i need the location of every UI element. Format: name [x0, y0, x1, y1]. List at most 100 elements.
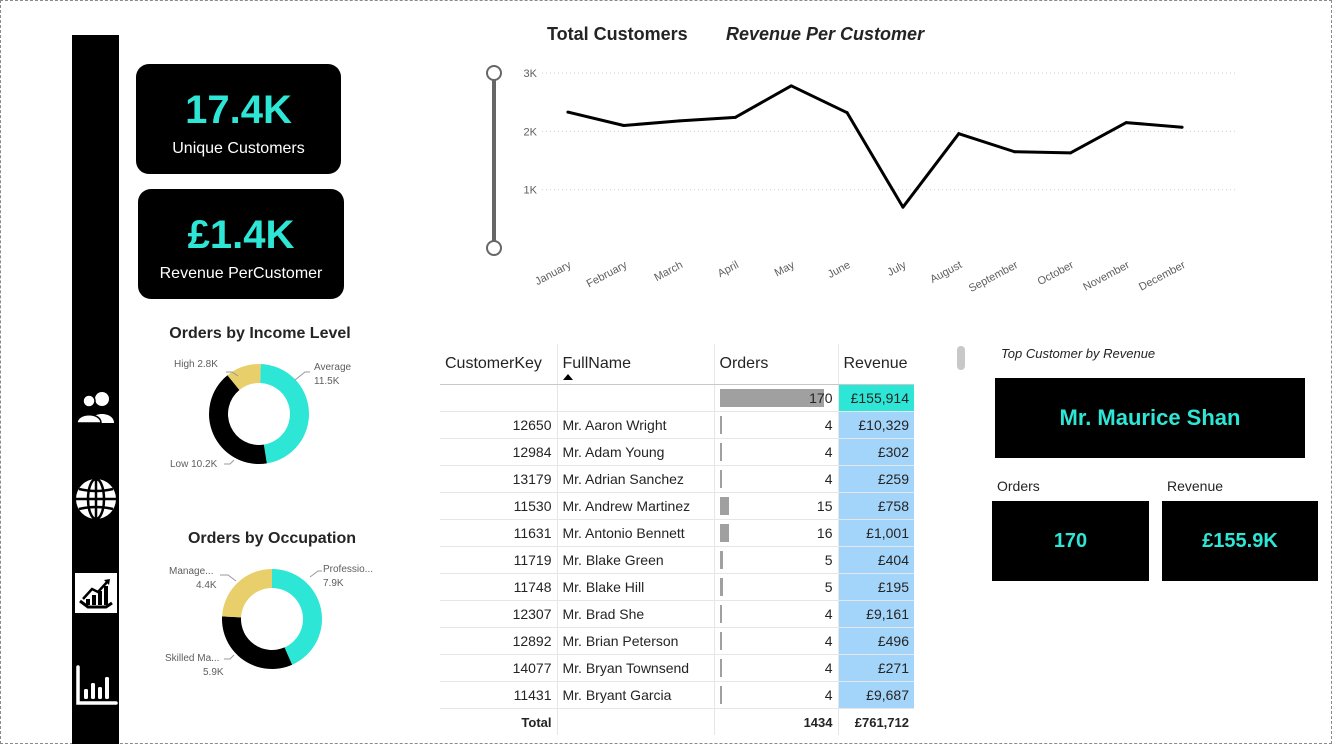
x-tick-label: March — [652, 259, 685, 284]
fullname-cell: Mr. Adam Young — [557, 438, 715, 466]
summary-revenue-value: £155,914 — [838, 384, 914, 412]
table-row[interactable]: 14077 Mr. Bryan Townsend 4 £271 — [440, 654, 914, 682]
fullname-cell: Mr. Bryan Townsend — [557, 654, 715, 682]
col-customerkey-header[interactable]: CustomerKey — [440, 344, 558, 385]
col-revenue-header[interactable]: Revenue — [838, 344, 914, 385]
customerkey-cell: 11719 — [440, 546, 558, 574]
customerkey-cell: 14077 — [440, 654, 558, 682]
customerkey-cell: 11431 — [440, 681, 558, 709]
revenue-cell: £271 — [838, 654, 914, 682]
y-tick-label: 1K — [524, 185, 538, 197]
customerkey-cell: 12650 — [440, 411, 558, 439]
orders-value: 4 — [824, 606, 833, 622]
unique-customers-label: Unique Customers — [172, 140, 305, 157]
table-row[interactable]: 11748 Mr. Blake Hill 5 £195 — [440, 573, 914, 601]
total-label: Total — [440, 708, 558, 735]
revenue-per-customer-button[interactable]: Revenue Per Customer — [726, 24, 924, 45]
orders-cell: 16 — [714, 519, 839, 547]
customer-table: CustomerKey FullName Orders Revenue 170 … — [440, 344, 914, 735]
top-customer-orders-value: 170 — [992, 501, 1149, 581]
col-fullname-header[interactable]: FullName — [557, 344, 715, 385]
fullname-cell: Mr. Blake Hill — [557, 573, 715, 601]
zoom-slider[interactable] — [486, 65, 502, 256]
orders-bar — [719, 524, 730, 542]
revenue-cell: £9,687 — [838, 681, 914, 709]
fullname-cell: Mr. Brian Peterson — [557, 627, 715, 655]
total-orders: 1434 — [714, 708, 839, 735]
donut-slice-low[interactable] — [209, 375, 267, 464]
data-point[interactable] — [845, 111, 849, 115]
x-tick-label: May — [773, 259, 797, 280]
orders-bar — [719, 470, 722, 488]
total-customers-button[interactable]: Total Customers — [547, 24, 688, 45]
data-point[interactable] — [901, 205, 905, 209]
data-point[interactable] — [957, 132, 961, 136]
occupation-title: Orders by Occupation — [187, 530, 357, 547]
data-point[interactable] — [1068, 151, 1072, 155]
orders-bar — [719, 578, 723, 596]
orders-bar — [719, 686, 722, 704]
orders-cell: 4 — [714, 600, 839, 628]
revenue-cell: £9,161 — [838, 600, 914, 628]
table-row[interactable]: 12650 Mr. Aaron Wright 4 £10,329 — [440, 411, 914, 439]
data-point[interactable] — [622, 124, 626, 127]
table-row[interactable]: 13179 Mr. Adrian Sanchez 4 £259 — [440, 465, 914, 493]
total-revenue: £761,712 — [838, 708, 914, 735]
series-line[interactable] — [567, 84, 1183, 209]
summary-orders-value: 170 — [809, 390, 833, 406]
data-point[interactable] — [789, 84, 793, 88]
table-scrollbar[interactable] — [957, 346, 965, 370]
y-tick-label: 2K — [524, 126, 538, 138]
data-point[interactable] — [566, 110, 570, 114]
customerkey-cell: 13179 — [440, 465, 558, 493]
revenue-cell: £496 — [838, 627, 914, 655]
top-customer-orders-label: Orders — [997, 478, 1040, 494]
revenue-cell: £1,001 — [838, 519, 914, 547]
fullname-cell: Mr. Adrian Sanchez — [557, 465, 715, 493]
data-point[interactable] — [1124, 121, 1128, 125]
bar-chart-icon[interactable] — [72, 663, 119, 707]
revenue-cell: £302 — [838, 438, 914, 466]
col-orders-header[interactable]: Orders — [714, 344, 839, 385]
data-point[interactable] — [733, 115, 737, 119]
y-tick-label: 3K — [524, 68, 538, 80]
table-row[interactable]: 11719 Mr. Blake Green 5 £404 — [440, 546, 914, 574]
orders-bar — [719, 443, 722, 461]
income-level-title: Orders by Income Level — [169, 325, 351, 342]
revenue-cell: £195 — [838, 573, 914, 601]
top-customer-revenue-label: Revenue — [1167, 478, 1224, 494]
data-point[interactable] — [1180, 125, 1184, 129]
customerkey-cell: 11748 — [440, 573, 558, 601]
table-row[interactable]: 11530 Mr. Andrew Martinez 15 £758 — [440, 492, 914, 520]
customerkey-cell: 11631 — [440, 519, 558, 547]
table-row[interactable]: 12307 Mr. Brad She 4 £9,161 — [440, 600, 914, 628]
revenue-per-customer-card: £1.4K Revenue PerCustomer — [138, 189, 344, 299]
table-row[interactable]: 11631 Mr. Antonio Bennett 16 £1,001 — [440, 519, 914, 547]
table-row[interactable]: 12892 Mr. Brian Peterson 4 £496 — [440, 627, 914, 655]
donut-slice-skilled-ma-[interactable] — [222, 616, 293, 669]
donut-slice-average[interactable] — [260, 364, 309, 464]
orders-bar — [719, 497, 729, 515]
data-point[interactable] — [678, 119, 682, 123]
table-row[interactable]: 11431 Mr. Bryant Garcia 4 £9,687 — [440, 681, 914, 709]
orders-cell: 5 — [714, 546, 839, 574]
revenue-cell: £10,329 — [838, 411, 914, 439]
col-fullname-label: FullName — [562, 355, 631, 372]
table-row[interactable]: 12984 Mr. Adam Young 4 £302 — [440, 438, 914, 466]
orders-value: 4 — [824, 660, 833, 676]
customerkey-cell: 12307 — [440, 600, 558, 628]
x-tick-label: November — [1081, 259, 1132, 294]
users-icon[interactable] — [72, 385, 119, 429]
growth-chart-icon[interactable] — [72, 571, 119, 615]
fullname-cell: Mr. Bryant Garcia — [557, 681, 715, 709]
x-tick-label: April — [716, 259, 741, 280]
orders-value: 4 — [824, 633, 833, 649]
fullname-cell: Mr. Aaron Wright — [557, 411, 715, 439]
data-point[interactable] — [1013, 150, 1017, 154]
income-high-label: High 2.8K — [174, 359, 218, 370]
x-tick-label: July — [885, 259, 908, 279]
globe-icon[interactable] — [72, 477, 119, 521]
revenue-per-customer-label: Revenue PerCustomer — [159, 265, 323, 282]
orders-value: 5 — [824, 552, 833, 568]
orders-bar — [719, 605, 722, 623]
